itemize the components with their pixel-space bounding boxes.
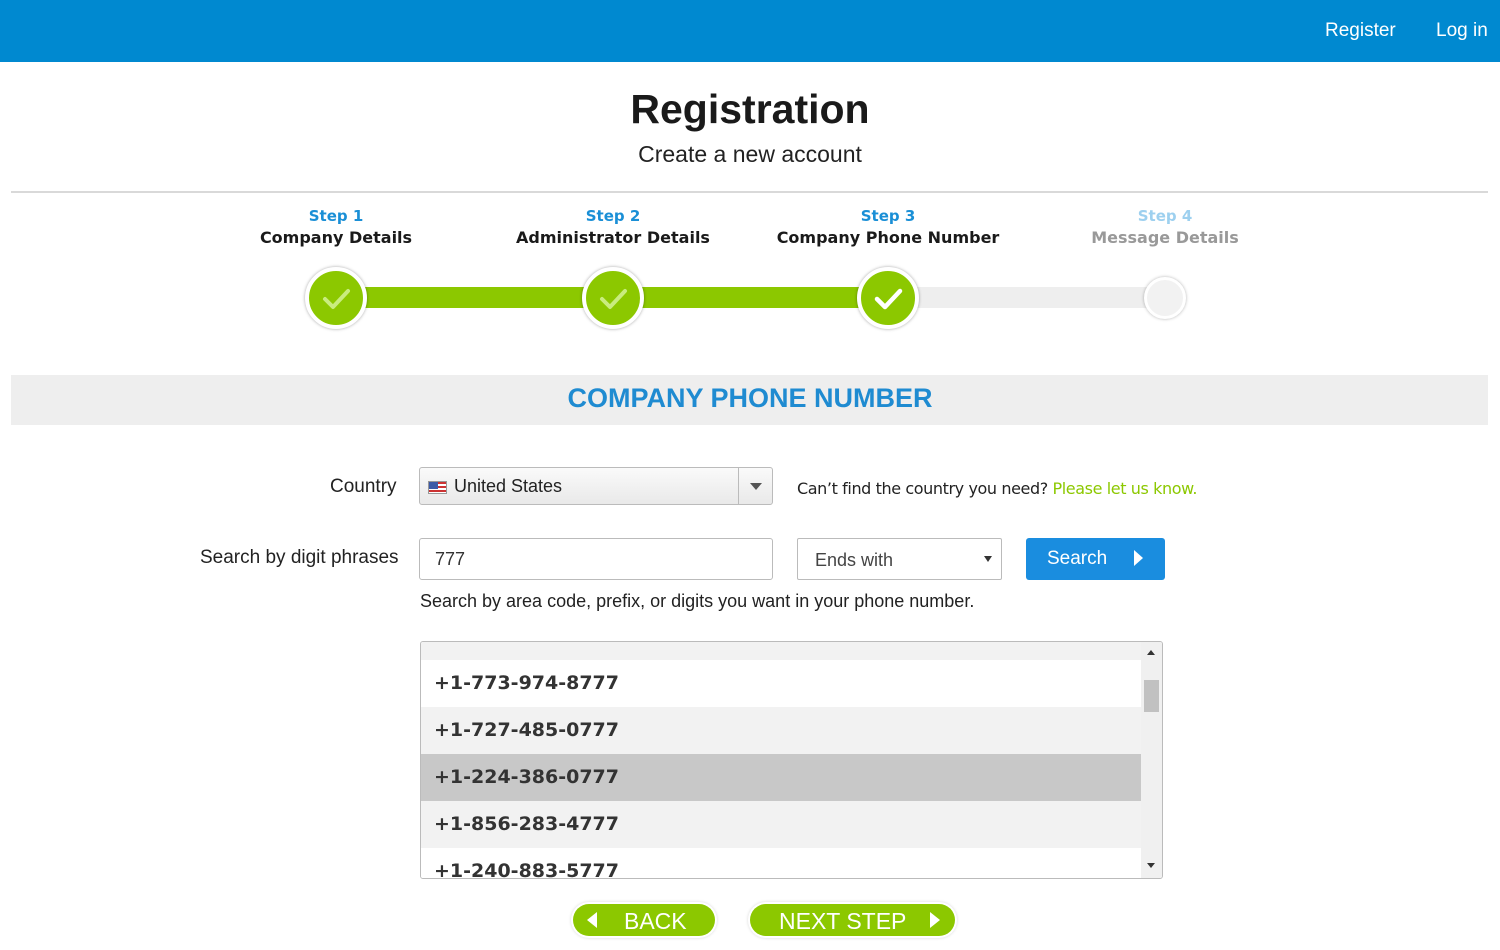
- top-navbar: Register Log in: [0, 0, 1500, 62]
- country-help: Can’t find the country you need? Please …: [797, 479, 1197, 498]
- country-help-text: Can’t find the country you need?: [797, 479, 1048, 498]
- step-3-label: Step 3 Company Phone Number: [758, 207, 1018, 247]
- scroll-up-icon[interactable]: [1147, 650, 1155, 655]
- step-3-marker: [857, 267, 919, 329]
- scroll-thumb[interactable]: [1144, 680, 1159, 712]
- list-top-padding: [421, 642, 1141, 660]
- check-icon: [874, 288, 903, 310]
- match-mode-select[interactable]: Ends with: [797, 538, 1002, 580]
- list-scrollbar[interactable]: [1141, 642, 1162, 878]
- step-name: Message Details: [1091, 228, 1239, 247]
- next-step-button[interactable]: NEXT STEP: [750, 904, 955, 936]
- chevron-down-icon: [750, 483, 762, 490]
- us-flag-icon: [428, 481, 447, 494]
- phone-number-option[interactable]: +1-727-485-0777: [421, 707, 1141, 754]
- register-link[interactable]: Register: [1325, 20, 1396, 42]
- dropdown-toggle[interactable]: [738, 468, 772, 504]
- country-select[interactable]: United States: [419, 467, 773, 505]
- check-icon: [600, 289, 627, 309]
- step-number: Step 4: [1137, 207, 1193, 225]
- search-button[interactable]: Search: [1026, 538, 1165, 580]
- step-1-marker: [305, 267, 367, 329]
- step-4-marker: [1144, 277, 1186, 319]
- step-4-label: Step 4 Message Details: [1035, 207, 1295, 247]
- login-link[interactable]: Log in: [1436, 20, 1488, 42]
- contact-us-link[interactable]: Please let us know.: [1053, 479, 1198, 498]
- step-name: Administrator Details: [516, 228, 710, 247]
- next-step-button-label: NEXT STEP: [779, 908, 907, 934]
- phone-number-option-selected[interactable]: +1-224-386-0777: [421, 754, 1141, 801]
- progress-track-remaining: [888, 287, 1166, 308]
- step-number: Step 3: [860, 207, 916, 225]
- step-1-label: Step 1 Company Details: [206, 207, 466, 247]
- phone-number-list[interactable]: +1-773-974-8777 +1-727-485-0777 +1-224-3…: [420, 641, 1163, 879]
- search-button-label: Search: [1047, 548, 1108, 569]
- digits-search-input[interactable]: [419, 538, 773, 580]
- page-subtitle: Create a new account: [638, 141, 862, 167]
- country-label: Country: [330, 476, 397, 497]
- step-2-label: Step 2 Administrator Details: [483, 207, 743, 247]
- arrow-right-icon: [930, 912, 940, 928]
- country-value: United States: [454, 476, 563, 496]
- phone-number-option[interactable]: +1-240-883-5777: [421, 848, 1141, 878]
- caret-down-icon: [984, 556, 992, 562]
- phone-number-option[interactable]: +1-856-283-4777: [421, 801, 1141, 848]
- section-title: COMPANY PHONE NUMBER: [567, 383, 933, 413]
- scroll-down-icon[interactable]: [1147, 863, 1155, 868]
- arrow-right-icon: [1134, 550, 1143, 566]
- check-icon: [323, 289, 350, 309]
- step-2-marker: [582, 267, 644, 329]
- back-button-label: BACK: [624, 908, 687, 934]
- step-number: Step 2: [585, 207, 641, 225]
- arrow-left-icon: [587, 912, 597, 928]
- phone-number-option[interactable]: +1-773-974-8777: [421, 660, 1141, 707]
- page-title: Registration: [630, 86, 870, 132]
- header-divider: [11, 191, 1488, 193]
- search-hint: Search by area code, prefix, or digits y…: [420, 591, 975, 611]
- step-number: Step 1: [308, 207, 364, 225]
- match-mode-value: Ends with: [815, 550, 894, 570]
- back-button[interactable]: BACK: [573, 904, 715, 936]
- search-label: Search by digit phrases: [200, 547, 399, 568]
- step-name: Company Details: [259, 228, 413, 247]
- step-name: Company Phone Number: [776, 228, 1000, 247]
